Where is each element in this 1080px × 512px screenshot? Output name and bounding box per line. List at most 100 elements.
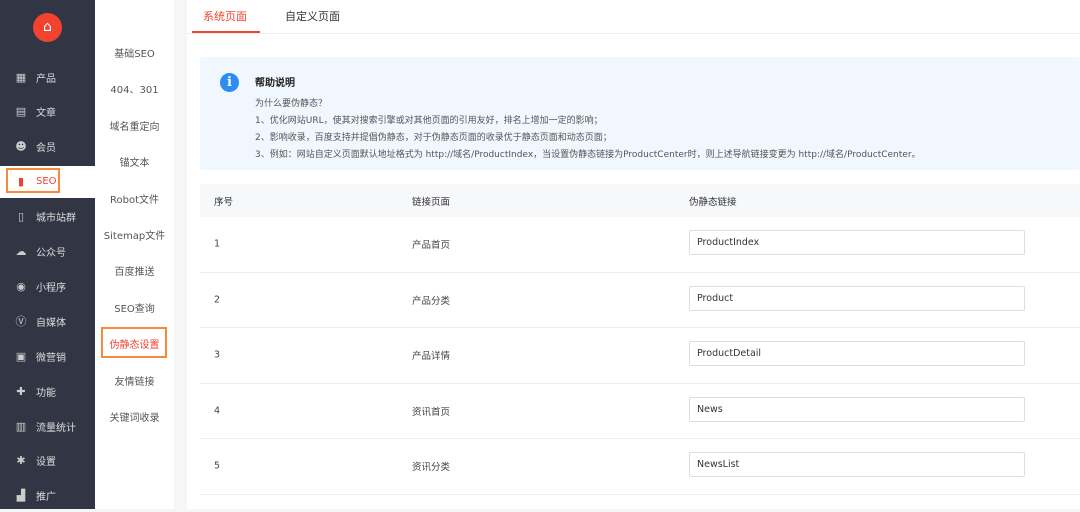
promote-icon: ▟: [16, 489, 26, 503]
sidebar-item[interactable]: ✱ 设置: [0, 445, 95, 477]
miniprogram-icon: ◉: [16, 279, 26, 293]
tab-system-pages[interactable]: 系统页面: [203, 8, 247, 24]
wechat-icon: ☁: [15, 245, 27, 258]
seo-submenu: 基础SEO 404、301 域名重定向锚文本 Robot文件 Sitemap文件 百度推送…: [95, 0, 174, 509]
row-page: 产品分类: [412, 295, 451, 307]
table-row: 1 产品首页 ProductIndex: [200, 217, 1080, 273]
sidebar-item-label: 文章: [36, 108, 56, 120]
rewrite-link-input[interactable]: News: [689, 396, 1025, 422]
row-page: 资讯分类: [412, 462, 451, 474]
sidebar-item[interactable]: ▦ 产品: [0, 61, 95, 93]
sidebar-item-label: 功能: [36, 387, 56, 399]
bar-chart-icon: ▥: [15, 419, 27, 433]
submenu-item[interactable]: 锚文本: [95, 154, 174, 169]
sidebar-item-label: 流量统计: [36, 422, 76, 434]
sidebar-item[interactable]: ▟ 推广: [0, 480, 95, 512]
active-tab-indicator: [192, 31, 260, 33]
submenu-item[interactable]: 404、301: [95, 81, 174, 96]
sidebar-item-label: 微营销: [36, 352, 66, 364]
help-panel: i 帮助说明 为什么要伪静态？ 1、优化网站URL，使其对搜索引擎或对其他页面的…: [200, 57, 1080, 170]
row-page: 产品首页: [412, 240, 451, 252]
help-line: 3、例如：网站自定义页面默认地址格式为 http://域名/ProductInd…: [255, 150, 921, 160]
sidebar-item[interactable]: ▮ SEO: [0, 165, 95, 198]
sidebar-item[interactable]: ▯ 城市站群: [0, 201, 95, 233]
main-content: 系统页面 自定义页面 i 帮助说明 为什么要伪静态？ 1、优化网站URL，使其对…: [187, 0, 1080, 509]
sidebar-item-label: 自媒体: [36, 317, 66, 329]
help-title: 帮助说明: [255, 78, 295, 89]
sidebar-item-label: 推广: [36, 492, 56, 504]
row-index: 4: [214, 405, 221, 417]
v-icon: Ⓥ: [15, 315, 27, 329]
row-index: 1: [214, 238, 221, 250]
rewrite-link-input[interactable]: ProductDetail: [689, 341, 1025, 366]
submenu-item-label: Robot文件: [109, 194, 159, 206]
table-header: 序号 链接页面 伪静态链接: [200, 184, 1080, 217]
row-page: 产品详情: [412, 351, 451, 363]
header-rewrite-link: 伪静态链接: [689, 196, 737, 208]
selection-highlight: [101, 327, 167, 359]
submenu-item[interactable]: 伪静态设置: [95, 327, 174, 359]
submenu-item-label: 友情链接: [114, 376, 155, 388]
header-index: 序号: [214, 196, 234, 208]
tab-custom-pages[interactable]: 自定义页面: [285, 8, 340, 24]
sidebar-item-label: 城市站群: [36, 213, 76, 225]
help-line: 2、影响收录，百度支持并提倡伪静态，对于伪静态页面的收录优于静态页面和动态页面；: [255, 133, 612, 143]
submenu-item-label: 锚文本: [119, 158, 150, 170]
help-line: 为什么要伪静态？: [255, 99, 328, 109]
grid-icon: ▦: [15, 70, 27, 84]
rewrite-table: 序号 链接页面 伪静态链接 1 产品首页 ProductIndex 2 产品分类 …: [200, 184, 1080, 495]
sidebar-item-label: 会员: [36, 143, 56, 155]
help-line: 1、优化网站URL，使其对搜索引擎或对其他页面的引用友好，排名上增加一定的影响；: [255, 116, 603, 126]
sidebar-item[interactable]: ▥ 流量统计: [0, 410, 95, 442]
row-index: 2: [214, 294, 221, 306]
sidebar-item[interactable]: Ⓥ 自媒体: [0, 305, 95, 337]
sidebar-item[interactable]: ✚ 功能: [0, 375, 95, 407]
user-icon: ☻: [15, 140, 27, 154]
info-icon: i: [220, 73, 239, 92]
sidebar-item-label: 小程序: [36, 282, 66, 294]
puzzle-icon: ✚: [16, 384, 26, 398]
submenu-item-label: 404、301: [110, 85, 159, 97]
row-index: 3: [214, 349, 221, 361]
header-page: 链接页面: [412, 196, 451, 208]
gear-icon: ✱: [16, 454, 26, 468]
submenu-item-label: 百度推送: [114, 267, 155, 279]
table-row: 4 资讯首页 News: [200, 384, 1080, 439]
sidebar-item[interactable]: ▣ 微营销: [0, 340, 95, 372]
table-row: 3 产品详情 ProductDetail: [200, 328, 1080, 384]
submenu-item[interactable]: Sitemap文件: [95, 227, 174, 242]
table-row: 5 资讯分类 NewsList: [200, 439, 1080, 495]
submenu-item-label: SEO查询: [114, 303, 155, 315]
submenu-item[interactable]: 关键词收录: [95, 409, 174, 424]
submenu-item[interactable]: Robot文件: [95, 191, 174, 206]
row-page: 资讯首页: [412, 406, 451, 418]
main-sidebar: ⌂ ▦ 产品 ▤ 文章 ☻ 会员 ▮ SEO ▯ 城市站群 ☁ 公众号 ◉ 小程序 Ⓥ 自媒体 ▣ 微营销 ✚ 功能 ▥…: [0, 0, 95, 509]
rewrite-link-input[interactable]: Product: [689, 285, 1025, 311]
submenu-item[interactable]: 友情链接: [95, 373, 174, 388]
sidebar-item[interactable]: ◉ 小程序: [0, 270, 95, 302]
submenu-item[interactable]: 基础SEO: [95, 45, 174, 60]
submenu-item-label: 关键词收录: [109, 413, 160, 424]
submenu-item-label: 基础SEO: [114, 49, 155, 60]
submenu-item[interactable]: 百度推送: [95, 263, 174, 278]
file-icon: ▯: [17, 210, 25, 224]
rewrite-link-input[interactable]: ProductIndex: [689, 230, 1025, 255]
tab-bar: 系统页面 自定义页面: [187, 0, 1080, 34]
sidebar-item-label: 设置: [36, 457, 56, 469]
document-icon: ▤: [15, 105, 27, 119]
home-icon[interactable]: ⌂: [33, 13, 62, 42]
rewrite-link-input[interactable]: NewsList: [689, 452, 1025, 477]
gift-icon: ▣: [15, 349, 27, 363]
sidebar-item[interactable]: ▤ 文章: [0, 96, 95, 128]
submenu-item[interactable]: 域名重定向: [95, 118, 174, 133]
table-row: 2 产品分类 Product: [200, 273, 1080, 328]
selection-highlight: [6, 167, 60, 193]
row-index: 5: [214, 460, 221, 472]
sidebar-item[interactable]: ☁ 公众号: [0, 236, 95, 268]
submenu-item[interactable]: SEO查询: [95, 300, 174, 315]
sidebar-item-label: 产品: [36, 73, 56, 85]
sidebar-item[interactable]: ☻ 会员: [0, 131, 95, 163]
submenu-item-label: Sitemap文件: [103, 231, 166, 242]
sidebar-item-label: 公众号: [36, 248, 66, 259]
submenu-item-label: 域名重定向: [109, 121, 160, 133]
